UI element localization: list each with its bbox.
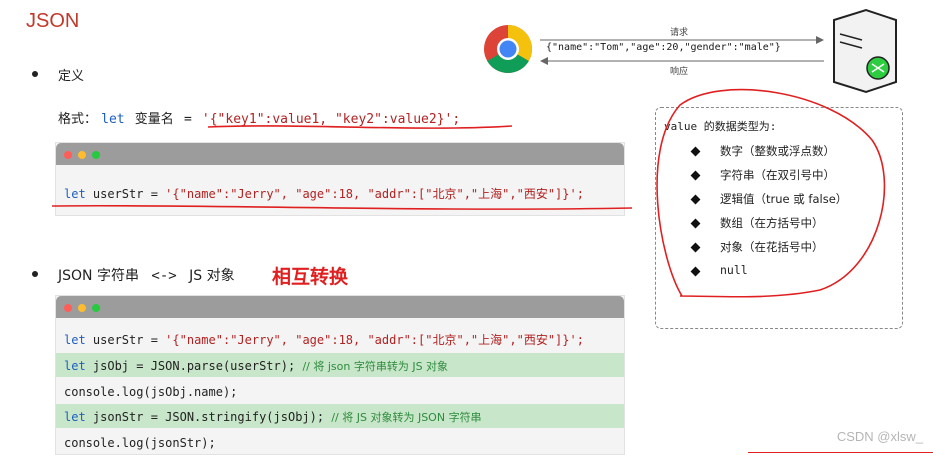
close-dot-icon [64,304,72,312]
maximize-dot-icon [92,151,100,159]
value-types-panel: value 的数据类型为: 数字（整数或浮点数） 字符串（在双引号中） 逻辑值（… [655,107,903,329]
diamond-bullet-icon [690,242,701,253]
code-block-1: let userStr = '{"name":"Jerry", "age":18… [55,142,625,216]
type-item: 数字（整数或浮点数） [720,144,835,158]
bullet-dot [32,271,38,277]
mutual-conversion-heading: 相互转换 [272,266,349,288]
chrome-icon [484,24,533,74]
code1-line: let userStr = '{"name":"Jerry", "age":18… [64,185,584,202]
section-convert-label: JSON 字符串 <-> JS 对象 [58,265,235,285]
diamond-bullet-icon [690,194,701,205]
code2-line-2: let jsObj = JSON.parse(userStr); // 将 js… [64,358,448,374]
code-keyword: let [64,359,86,373]
code1-keyword: let [64,187,86,201]
format-equals: = [183,112,192,127]
code1-string: '{"name":"Jerry", "age":18, "addr":["北京"… [165,187,584,201]
code-window-bar [56,143,624,165]
js-object-label: JS 对象 [189,268,235,284]
request-label: 请求 [670,28,689,38]
code-window-bar [56,296,624,318]
format-value: '{"key1":value1, "key2":value2}'; [201,112,461,127]
code-comment: // 将 json 字符串转为 JS 对象 [302,360,449,373]
bullet-dot [32,71,38,77]
type-item: 逻辑值（true 或 false） [720,192,848,206]
type-item: null [720,263,748,277]
page-title: JSON [26,10,80,32]
json-payload: {"name":"Tom","age":20,"gender":"male"} [546,42,781,53]
response-label: 响应 [670,67,689,77]
code-block-2: let userStr = '{"name":"Jerry", "age":18… [55,295,625,455]
diamond-bullet-icon [690,218,701,229]
format-line: 格式： let 变量名 = '{"key1":value1, "key2":va… [58,108,460,127]
minimize-dot-icon [78,304,86,312]
diamond-bullet-icon [690,146,701,157]
type-item: 数组（在方括号中） [720,216,824,230]
watermark: CSDN @xlsw_ [836,429,923,444]
code2-line-4: let jsonStr = JSON.stringify(jsObj); // … [64,409,482,425]
maximize-dot-icon [92,304,100,312]
panel-header: value 的数据类型为: [664,120,777,133]
code2-line-1: let userStr = '{"name":"Jerry", "age":18… [64,331,584,348]
format-varname: 变量名 [134,112,174,127]
code-text: jsonStr = JSON.stringify(jsObj); [85,410,332,424]
type-item: 对象（在花括号中） [720,240,824,254]
format-prefix: 格式： [58,112,98,127]
close-dot-icon [64,151,72,159]
code1-rest: userStr = [85,187,166,201]
code-string: '{"name":"Jerry", "age":18, "addr":["北京"… [165,333,584,347]
minimize-dot-icon [78,151,86,159]
format-let-keyword: let [101,112,125,127]
server-icon [833,8,897,94]
code-keyword: let [64,410,86,424]
code2-line-3: console.log(jsObj.name); [64,385,238,399]
json-string-label: JSON 字符串 [58,268,139,284]
convert-arrow: <-> [151,268,177,284]
code2-line-5: console.log(jsonStr); [64,436,216,450]
type-item: 字符串（在双引号中） [720,168,835,182]
code-text: userStr = [85,333,166,347]
diamond-bullet-icon [690,170,701,181]
diamond-bullet-icon [690,266,701,277]
code-comment: // 将 JS 对象转为 JSON 字符串 [331,411,482,424]
code-keyword: let [64,333,86,347]
section-definition-label: 定义 [58,69,85,84]
code-text: jsObj = JSON.parse(userStr); [85,359,303,373]
